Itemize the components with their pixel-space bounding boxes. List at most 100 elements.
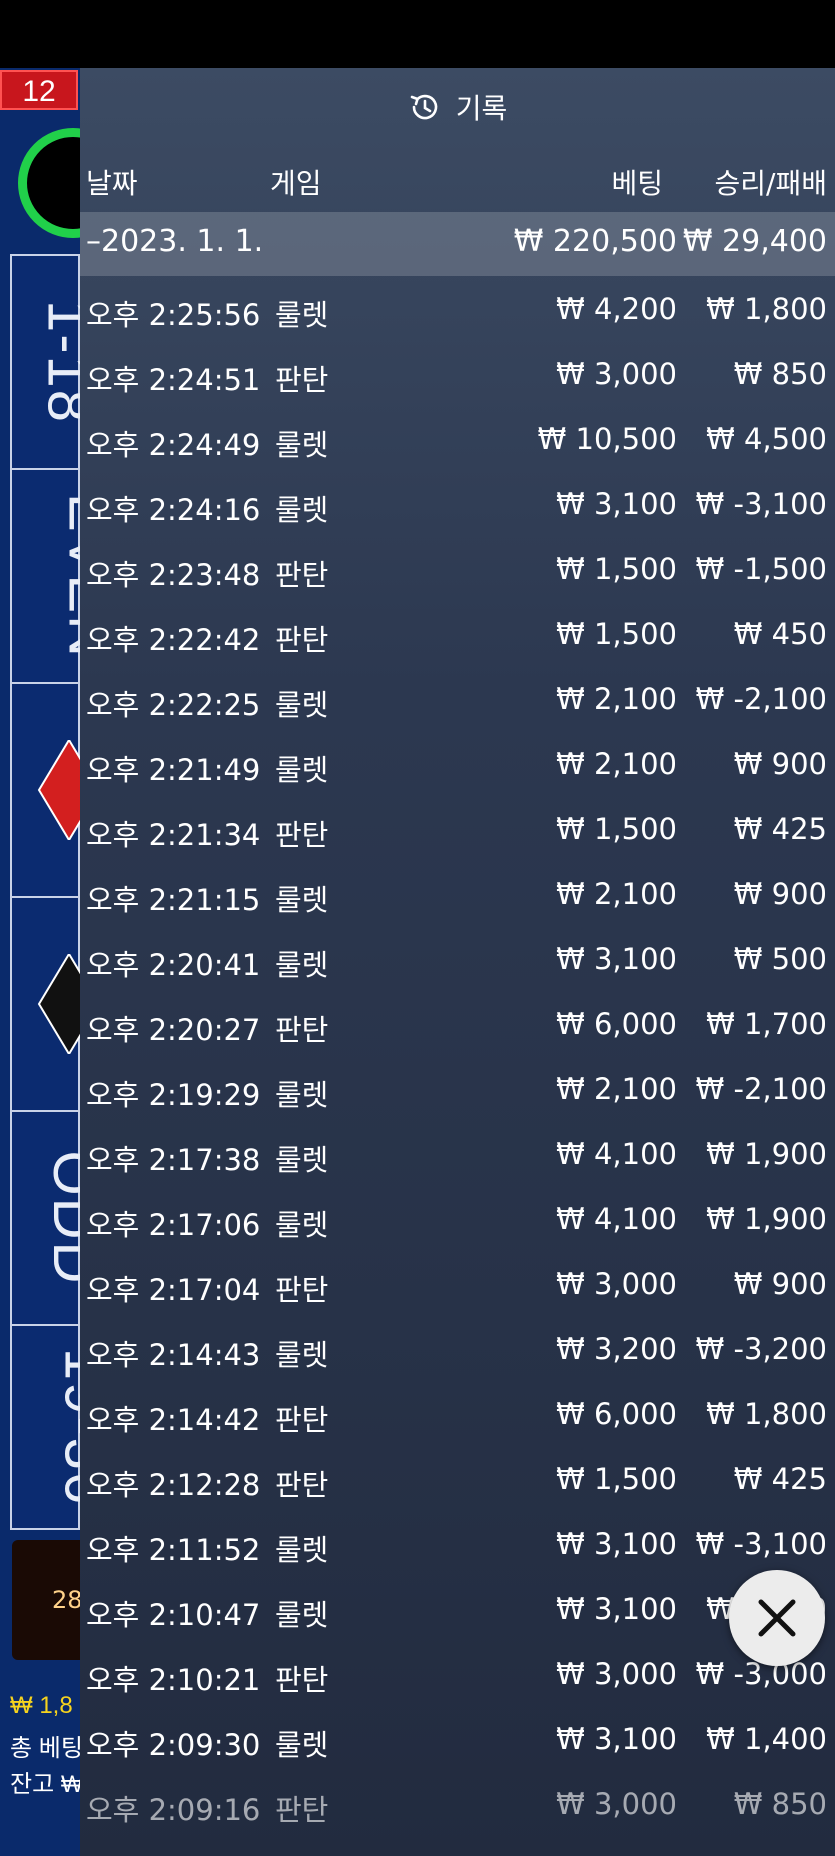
history-row[interactable]: 오후 2:17:38 룰렛 ₩ 4,100 ₩ 1,900: [80, 1125, 835, 1190]
row-time: 오후 2:19:29: [86, 1078, 261, 1112]
history-row[interactable]: 오후 2:23:48 판탄 ₩ 1,500 ₩ -1,500: [80, 540, 835, 605]
row-game: 룰렛: [275, 1208, 329, 1242]
history-row[interactable]: 오후 2:09:30 룰렛 ₩ 3,100 ₩ 1,400: [80, 1710, 835, 1775]
row-bet: ₩ 3,100: [556, 1527, 677, 1561]
row-time: 오후 2:24:16: [86, 493, 261, 527]
history-row[interactable]: 오후 2:11:52 룰렛 ₩ 3,100 ₩ -3,100: [80, 1515, 835, 1580]
row-time: 오후 2:24:49: [86, 428, 261, 462]
history-row[interactable]: 오후 2:19:29 룰렛 ₩ 2,100 ₩ -2,100: [80, 1060, 835, 1125]
row-bet: ₩ 4,100: [556, 1137, 677, 1171]
row-bet: ₩ 3,100: [556, 1722, 677, 1756]
history-row[interactable]: 오후 2:17:06 룰렛 ₩ 4,100 ₩ 1,900: [80, 1190, 835, 1255]
row-time: 오후 2:25:56: [86, 298, 261, 332]
row-game: 룰렛: [275, 1143, 329, 1177]
history-row[interactable]: 오후 2:21:34 판탄 ₩ 1,500 ₩ 425: [80, 800, 835, 865]
row-game: 판탄: [275, 818, 329, 852]
row-bet: ₩ 6,000: [556, 1397, 677, 1431]
row-win-loss: ₩ 900: [733, 1267, 827, 1301]
row-time: 오후 2:23:48: [86, 558, 261, 592]
history-row[interactable]: 오후 2:10:21 판탄 ₩ 3,000 ₩ -3,000: [80, 1645, 835, 1710]
row-bet: ₩ 6,000: [556, 1007, 677, 1041]
history-row[interactable]: 오후 2:20:41 룰렛 ₩ 3,100 ₩ 500: [80, 930, 835, 995]
total-bet-label: 총 베팅: [10, 1735, 83, 1762]
row-win-loss: ₩ -3,100: [695, 1527, 827, 1561]
row-bet: ₩ 3,000: [556, 1787, 677, 1821]
history-row[interactable]: 오후 2:09:16 판탄 ₩ 3,000 ₩ 850: [80, 1775, 835, 1840]
history-row[interactable]: 오후 2:10:47룰렛₩ 3,100₩ 1,400: [80, 1580, 835, 1645]
row-win-loss: ₩ 425: [733, 812, 827, 846]
summary-bet: ₩ 220,500: [513, 224, 677, 259]
row-win-loss: ₩ 4,500: [706, 422, 827, 456]
row-win-loss: ₩ 450: [733, 617, 827, 651]
row-bet: ₩ 1,500: [556, 1462, 677, 1496]
history-row[interactable]: 오후 2:22:25 룰렛 ₩ 2,100 ₩ -2,100: [80, 670, 835, 735]
row-time: 오후 2:20:27: [86, 1013, 261, 1047]
history-row[interactable]: 오후 2:24:16 룰렛 ₩ 3,100 ₩ -3,100: [80, 475, 835, 540]
row-bet: ₩ 1,500: [556, 552, 677, 586]
history-panel: 기록 날짜 게임 베팅 승리/패배 –2023. 1. 1. ₩ 220,500…: [80, 68, 835, 1856]
row-time: 오후 2:17:04: [86, 1273, 261, 1307]
row-game: 룰렛: [275, 883, 329, 917]
row-game: 판탄: [275, 1273, 329, 1307]
history-row[interactable]: 오후 2:24:49 룰렛 ₩ 10,500 ₩ 4,500: [80, 410, 835, 475]
row-win-loss: ₩ 1,800: [706, 292, 827, 326]
row-time: 오후 2:24:51: [86, 363, 261, 397]
date-summary-row[interactable]: –2023. 1. 1. ₩ 220,500 ₩ 29,400: [80, 212, 835, 276]
row-time: 오후 2:22:42: [86, 623, 261, 657]
row-win-loss: ₩ -1,500: [695, 552, 827, 586]
panel-header: 기록: [80, 68, 835, 146]
row-bet: ₩ 3,000: [556, 1657, 677, 1691]
row-win-loss: ₩ 850: [733, 1787, 827, 1821]
close-button[interactable]: [729, 1570, 825, 1666]
row-win-loss: ₩ 1,800: [706, 1397, 827, 1431]
row-game: 판탄: [275, 1663, 329, 1697]
row-time: 오후 2:21:15: [86, 883, 261, 917]
row-win-loss: ₩ 900: [733, 747, 827, 781]
row-game: 룰렛: [275, 493, 329, 527]
row-game: 룰렛: [275, 1728, 329, 1762]
row-game: 판탄: [275, 623, 329, 657]
history-row[interactable]: 오후 2:14:42 판탄 ₩ 6,000 ₩ 1,800: [80, 1385, 835, 1450]
history-row[interactable]: 오후 2:22:42 판탄 ₩ 1,500 ₩ 450: [80, 605, 835, 670]
row-game: 룰렛: [275, 948, 329, 982]
row-game: 룰렛: [275, 688, 329, 722]
history-row[interactable]: 오후 2:21:15 룰렛 ₩ 2,100 ₩ 900: [80, 865, 835, 930]
row-bet: ₩ 2,100: [556, 747, 677, 781]
row-time: 오후 2:20:41: [86, 948, 261, 982]
summary-date: –2023. 1. 1.: [86, 224, 264, 259]
history-row[interactable]: 오후 2:20:27 판탄 ₩ 6,000 ₩ 1,700: [80, 995, 835, 1060]
header-win-loss: 승리/패배: [714, 167, 827, 200]
row-game: 룰렛: [275, 1338, 329, 1372]
history-row[interactable]: 오후 2:17:04 판탄 ₩ 3,000 ₩ 900: [80, 1255, 835, 1320]
bet-spot-odd[interactable]: ODD: [10, 1110, 106, 1324]
row-win-loss: ₩ 900: [733, 877, 827, 911]
row-game: 룰렛: [275, 1598, 329, 1632]
row-time: 오후 2:14:42: [86, 1403, 261, 1437]
row-win-loss: ₩ -2,100: [695, 682, 827, 716]
history-clock-icon: [410, 94, 437, 120]
row-bet: ₩ 1,500: [556, 812, 677, 846]
row-bet: ₩ 2,100: [556, 682, 677, 716]
history-row[interactable]: 오후 2:12:28 판탄 ₩ 1,500 ₩ 425: [80, 1450, 835, 1515]
bet-spot-even[interactable]: EVEN: [10, 468, 121, 682]
balance-label: 잔고 ₩: [10, 1771, 84, 1798]
history-row[interactable]: 오후 2:25:56 룰렛 ₩ 4,200 ₩ 1,800: [80, 280, 835, 345]
row-bet: ₩ 3,100: [556, 942, 677, 976]
row-game: 룰렛: [275, 428, 329, 462]
row-game: 판탄: [275, 558, 329, 592]
bet-spot-19-36[interactable]: 19-36: [10, 1324, 118, 1530]
row-bet: ₩ 4,200: [556, 292, 677, 326]
row-win-loss: ₩ -3,100: [695, 487, 827, 521]
bet-spot-red[interactable]: [10, 682, 101, 896]
row-win-loss: ₩ 425: [733, 1462, 827, 1496]
row-game: 판탄: [275, 1013, 329, 1047]
bet-spot-1-18[interactable]: 1-18: [10, 254, 101, 468]
row-game: 판탄: [275, 363, 329, 397]
row-time: 오후 2:12:28: [86, 1468, 261, 1502]
header-bet: 베팅: [611, 167, 663, 200]
history-row[interactable]: 오후 2:14:43 룰렛 ₩ 3,200 ₩ -3,200: [80, 1320, 835, 1385]
row-bet: ₩ 3,000: [556, 1267, 677, 1301]
history-row[interactable]: 오후 2:24:51 판탄 ₩ 3,000 ₩ 850: [80, 345, 835, 410]
history-row[interactable]: 오후 2:21:49 룰렛 ₩ 2,100 ₩ 900: [80, 735, 835, 800]
bet-spot-black[interactable]: [10, 896, 101, 1110]
